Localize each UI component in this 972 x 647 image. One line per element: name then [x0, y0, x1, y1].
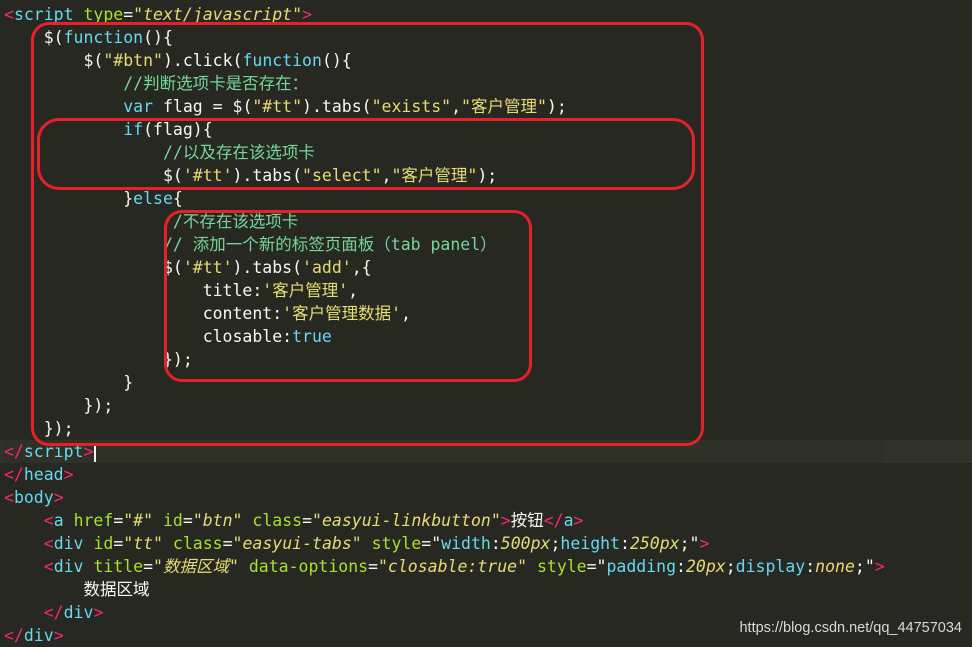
code-token: "easyui-linkbutton": [312, 511, 501, 530]
highlight-box-if-branch: [37, 118, 695, 190]
code-token: id: [93, 534, 114, 553]
code-line[interactable]: <body>: [4, 486, 885, 509]
code-token: 数据区域: [83, 580, 150, 599]
text-cursor: [94, 443, 97, 462]
code-token: "数据区域": [153, 557, 239, 576]
code-token: :: [490, 534, 501, 553]
code-token: <: [4, 488, 14, 507]
code-token: div: [53, 557, 94, 576]
code-token: padding: [606, 557, 677, 576]
code-token: 按钮: [510, 511, 544, 530]
code-token: 500px: [500, 534, 551, 553]
code-token: :: [676, 557, 686, 576]
code-token: style: [361, 534, 422, 553]
code-token: "tt": [123, 534, 163, 553]
code-token: head: [23, 465, 64, 484]
code-line[interactable]: <div id="tt" class="easyui-tabs" style="…: [4, 532, 885, 555]
code-token: >: [63, 465, 74, 484]
code-token: href: [73, 511, 114, 530]
code-token: title: [93, 557, 144, 576]
code-line[interactable]: <div title="数据区域" data-options="closable…: [4, 555, 885, 578]
code-token: height: [560, 534, 620, 553]
highlight-box-add-tab: [164, 210, 532, 382]
code-line[interactable]: </head>: [4, 463, 885, 486]
code-token: </: [4, 465, 24, 484]
code-token: >: [53, 488, 64, 507]
code-token: >: [53, 626, 64, 645]
code-token: =: [182, 511, 193, 530]
code-token: >: [874, 557, 885, 576]
code-token: <: [43, 511, 54, 530]
code-token: id: [153, 511, 183, 530]
code-token: =": [421, 534, 442, 553]
code-token: a: [563, 511, 574, 530]
code-token: a: [53, 511, 74, 530]
code-token: body: [13, 488, 54, 507]
code-token: display: [735, 557, 806, 576]
code-token: ;": [854, 557, 875, 576]
code-token: div: [23, 626, 54, 645]
code-token: <: [4, 5, 14, 24]
code-token: >: [699, 534, 710, 553]
watermark-url: https://blog.csdn.net/qq_44757034: [739, 620, 962, 636]
code-token: div: [53, 534, 94, 553]
code-token: =: [143, 557, 154, 576]
code-token: class: [242, 511, 303, 530]
code-token: =: [302, 511, 313, 530]
code-token: </: [43, 603, 64, 622]
code-token: "#": [123, 511, 154, 530]
code-token: =: [113, 511, 124, 530]
code-token: style: [527, 557, 587, 576]
code-line[interactable]: 数据区域: [4, 578, 885, 601]
code-token: =: [113, 534, 124, 553]
code-token: data-options: [238, 557, 369, 576]
code-token: >: [573, 511, 584, 530]
code-token: >: [93, 603, 104, 622]
code-token: </: [4, 626, 24, 645]
code-token: ;": [679, 534, 700, 553]
code-token: >: [500, 511, 511, 530]
code-line[interactable]: <a href="#" id="btn" class="easyui-linkb…: [4, 509, 885, 532]
code-token: "closable:true": [378, 557, 528, 576]
code-token: "btn": [192, 511, 243, 530]
code-token: </: [4, 442, 24, 461]
code-token: width: [441, 534, 491, 553]
code-token: 250px: [629, 534, 680, 553]
code-token: =: [222, 534, 233, 553]
code-token: =: [368, 557, 378, 576]
code-token: "easyui-tabs": [232, 534, 362, 553]
code-token: <: [43, 557, 54, 576]
code-token: ;: [725, 557, 736, 576]
code-token: none: [815, 557, 855, 576]
code-token: class: [163, 534, 223, 553]
code-token: <: [43, 534, 54, 553]
code-token: </: [543, 511, 564, 530]
code-token: :: [805, 557, 816, 576]
code-token: 20px: [685, 557, 726, 576]
code-token: =": [586, 557, 607, 576]
code-token: div: [63, 603, 94, 622]
code-token: :: [620, 534, 630, 553]
code-token: ;: [550, 534, 561, 553]
